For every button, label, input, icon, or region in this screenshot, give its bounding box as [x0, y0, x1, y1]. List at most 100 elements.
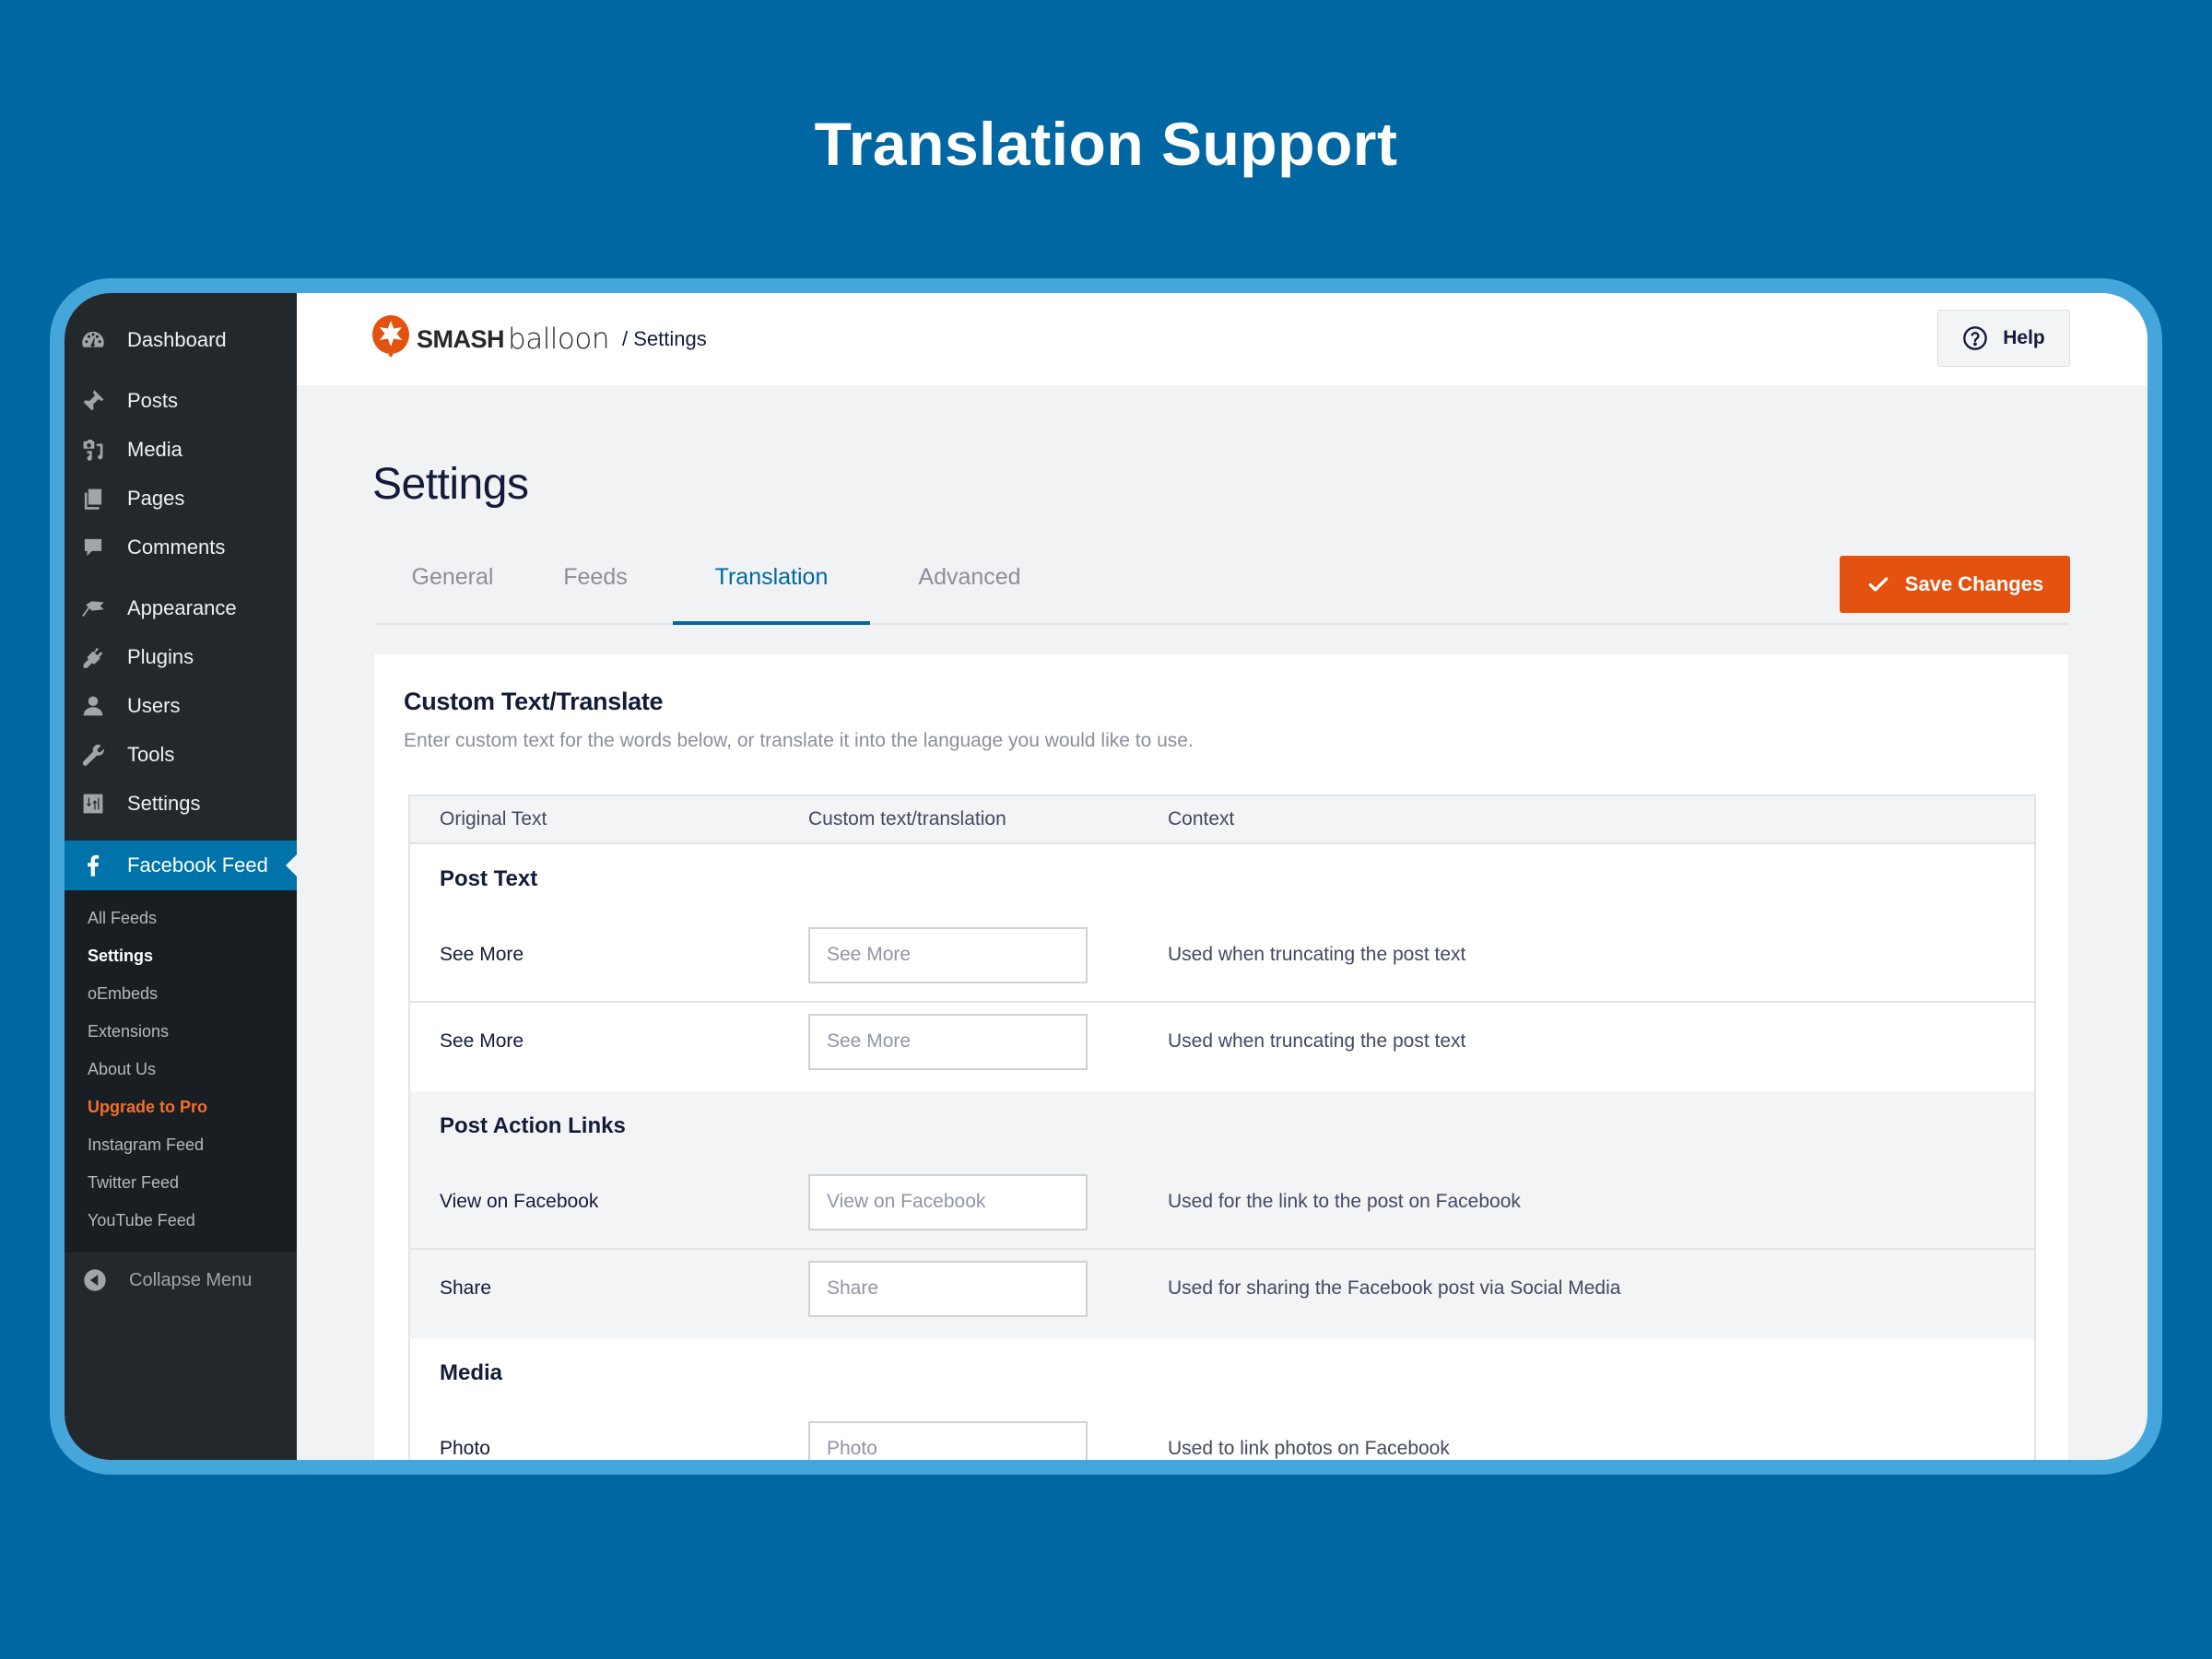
sidebar-item-label: Appearance — [127, 595, 237, 619]
dashboard-icon — [81, 328, 105, 352]
context-text: Used when truncating the post text — [1168, 944, 1466, 965]
sidebar-item-pages[interactable]: Pages — [65, 474, 297, 523]
help-circle-icon — [1963, 326, 1988, 350]
card-description: Enter custom text for the words below, o… — [404, 730, 1194, 751]
facebook-feed-submenu: All Feeds Settings oEmbeds Extensions Ab… — [65, 890, 297, 1253]
column-header-context: Context — [1168, 808, 1235, 830]
translation-input[interactable] — [808, 1173, 1088, 1230]
sidebar-item-label: Pages — [127, 486, 185, 510]
sidebar-item-label: Users — [127, 693, 181, 717]
tab-advanced[interactable]: Advanced — [887, 531, 1053, 623]
pushpin-icon — [81, 389, 105, 413]
table-group-post-text: Post Text See More Used when truncating … — [410, 844, 2034, 1091]
user-icon — [81, 694, 105, 718]
group-title: Post Action Links — [440, 1113, 626, 1138]
table-header: Original Text Custom text/translation Co… — [410, 796, 2034, 844]
submenu-item-oembeds[interactable]: oEmbeds — [65, 975, 297, 1013]
group-title: Media — [440, 1360, 503, 1385]
sidebar-item-media[interactable]: Media — [65, 425, 297, 474]
table-row: See More Used when truncating the post t… — [410, 1001, 2034, 1080]
sidebar-item-label: Posts — [127, 388, 179, 412]
admin-sidebar: Dashboard Posts Media Pages Comments App… — [65, 293, 297, 1460]
page-title: Settings — [372, 460, 529, 509]
sidebar-item-label: Tools — [127, 742, 175, 766]
logo-text-light: balloon — [508, 323, 609, 356]
sidebar-item-label: Dashboard — [127, 327, 227, 351]
sidebar-item-label: Comments — [127, 535, 226, 559]
group-title: Post Text — [440, 866, 538, 891]
smash-balloon-logo[interactable]: SMASH balloon — [371, 314, 609, 364]
sidebar-item-plugins[interactable]: Plugins — [65, 632, 297, 681]
translation-input[interactable] — [808, 1260, 1088, 1317]
context-text: Used for the link to the post on Faceboo… — [1168, 1191, 1521, 1212]
media-icon — [81, 438, 105, 462]
original-text: Share — [440, 1277, 492, 1299]
translation-input[interactable] — [808, 926, 1088, 983]
sidebar-item-label: Settings — [127, 791, 201, 815]
help-button[interactable]: Help — [1937, 310, 2070, 367]
settings-tabs: General Feeds Translation Advanced — [374, 531, 2068, 625]
original-text: See More — [440, 1030, 524, 1052]
sidebar-item-settings[interactable]: Settings — [65, 779, 297, 828]
sidebar-item-users[interactable]: Users — [65, 681, 297, 730]
main-content: SMASH balloon / Settings Help Settings G… — [297, 293, 2147, 1460]
original-text: See More — [440, 944, 524, 965]
table-row: See More Used when truncating the post t… — [410, 914, 2034, 1001]
table-row: Photo Used to link photos on Facebook — [410, 1408, 2034, 1460]
submenu-item-instagram-feed[interactable]: Instagram Feed — [65, 1126, 297, 1164]
comment-icon — [81, 535, 105, 559]
collapse-menu-label: Collapse Menu — [129, 1269, 253, 1290]
tab-general[interactable]: General — [374, 531, 531, 623]
hero-title: Translation Support — [814, 110, 1398, 178]
original-text: View on Facebook — [440, 1191, 599, 1212]
facebook-icon — [81, 853, 105, 877]
context-text: Used when truncating the post text — [1168, 1030, 1466, 1052]
sidebar-item-label: Facebook Feed — [127, 853, 268, 877]
sidebar-item-dashboard[interactable]: Dashboard — [65, 315, 297, 364]
context-text: Used for sharing the Facebook post via S… — [1168, 1277, 1621, 1299]
admin-menu: Dashboard Posts Media Pages Comments App… — [65, 293, 297, 890]
plugin-icon — [81, 645, 105, 669]
paintbrush-icon — [81, 596, 105, 620]
context-text: Used to link photos on Facebook — [1168, 1438, 1450, 1459]
sidebar-item-tools[interactable]: Tools — [65, 730, 297, 779]
translation-table: Original Text Custom text/translation Co… — [408, 794, 2036, 1460]
settings-sliders-icon — [81, 792, 105, 816]
wrench-icon — [81, 743, 105, 767]
help-label: Help — [2003, 327, 2045, 348]
collapse-arrow-icon — [83, 1268, 107, 1292]
submenu-item-settings[interactable]: Settings — [65, 937, 297, 975]
submenu-item-youtube-feed[interactable]: YouTube Feed — [65, 1202, 297, 1240]
save-changes-button[interactable]: Save Changes — [1840, 556, 2070, 613]
submenu-item-about-us[interactable]: About Us — [65, 1051, 297, 1088]
column-header-original: Original Text — [440, 808, 547, 830]
table-group-post-action-links: Post Action Links View on Facebook Used … — [410, 1091, 2034, 1338]
save-changes-label: Save Changes — [1904, 572, 2044, 595]
sidebar-item-posts[interactable]: Posts — [65, 376, 297, 425]
table-group-media: Media Photo Used to link photos on Faceb… — [410, 1338, 2034, 1460]
checkmark-icon — [1868, 577, 1888, 592]
pages-icon — [81, 487, 105, 511]
sidebar-item-facebook-feed[interactable]: Facebook Feed — [65, 841, 297, 890]
sidebar-item-comments[interactable]: Comments — [65, 523, 297, 571]
submenu-item-twitter-feed[interactable]: Twitter Feed — [65, 1164, 297, 1202]
sidebar-item-appearance[interactable]: Appearance — [65, 583, 297, 632]
submenu-item-upgrade-to-pro[interactable]: Upgrade to Pro — [65, 1088, 297, 1126]
app-window: Dashboard Posts Media Pages Comments App… — [65, 293, 2147, 1460]
original-text: Photo — [440, 1438, 490, 1459]
sidebar-item-label: Media — [127, 437, 182, 461]
tab-feeds[interactable]: Feeds — [549, 531, 641, 623]
table-row: Share Used for sharing the Facebook post… — [410, 1248, 2034, 1327]
submenu-item-extensions[interactable]: Extensions — [65, 1013, 297, 1051]
sidebar-item-label: Plugins — [127, 644, 194, 668]
translation-input[interactable] — [808, 1420, 1088, 1460]
submenu-item-all-feeds[interactable]: All Feeds — [65, 900, 297, 937]
balloon-logo-icon — [372, 315, 409, 358]
translation-input[interactable] — [808, 1013, 1088, 1070]
tab-translation[interactable]: Translation — [673, 531, 870, 625]
card-title: Custom Text/Translate — [404, 688, 664, 715]
custom-text-card: Custom Text/Translate Enter custom text … — [374, 654, 2068, 1460]
column-header-custom: Custom text/translation — [808, 808, 1006, 830]
logo-text-bold: SMASH — [417, 324, 505, 353]
collapse-menu-button[interactable]: Collapse Menu — [65, 1253, 297, 1308]
